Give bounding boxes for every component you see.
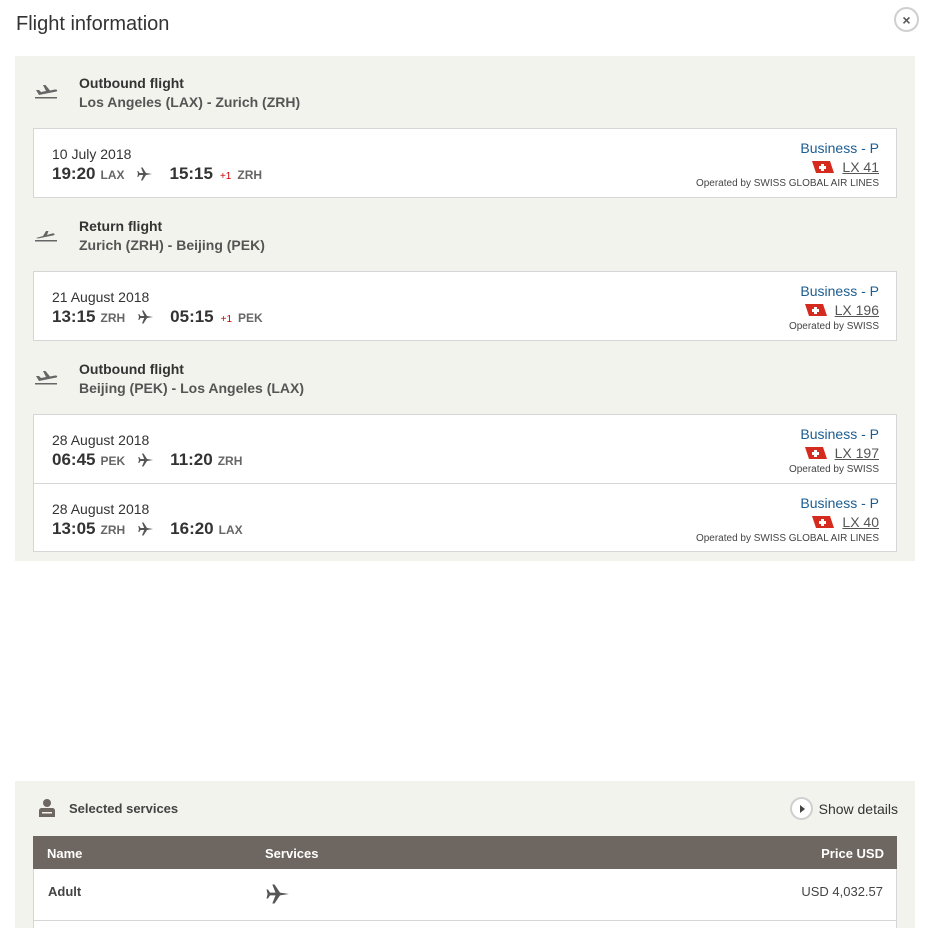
close-button[interactable]: × bbox=[894, 7, 919, 32]
departure-code: ZRH bbox=[100, 311, 126, 325]
flight-card: 10 July 2018 19:20 LAX 15:15 +1 ZRH Busi… bbox=[33, 128, 897, 198]
flight-group-route: Los Angeles (LAX) - Zurich (ZRH) bbox=[79, 94, 301, 110]
plane-takeoff-icon bbox=[35, 371, 58, 385]
plane-landing-icon bbox=[35, 231, 57, 242]
page-title: Flight information bbox=[16, 13, 170, 35]
services-table: Name Services Price USD Adult USD 4,032.… bbox=[33, 836, 897, 928]
flight-number-link[interactable]: LX 40 bbox=[842, 514, 879, 530]
flight-group-title: Return flight bbox=[79, 218, 163, 234]
close-icon: × bbox=[902, 11, 911, 28]
arrival-code: LAX bbox=[218, 523, 243, 537]
plane-icon bbox=[266, 884, 289, 904]
segment-date: 28 August 2018 bbox=[52, 432, 150, 448]
table-row bbox=[33, 921, 897, 928]
operated-by: Operated by SWISS bbox=[788, 321, 879, 332]
flight-group-route: Beijing (PEK) - Los Angeles (LAX) bbox=[79, 380, 305, 396]
arrival-code: ZRH bbox=[237, 168, 263, 182]
show-details-button[interactable]: Show details bbox=[789, 797, 898, 820]
flight-number-link[interactable]: LX 41 bbox=[842, 159, 879, 175]
operated-by: Operated by SWISS bbox=[788, 464, 879, 475]
flight-card: 28 August 2018 06:45 PEK 11:20 ZRH Busin… bbox=[33, 414, 897, 552]
plane-takeoff-icon bbox=[35, 85, 58, 99]
segment-date: 10 July 2018 bbox=[52, 146, 132, 162]
flight-number-link[interactable]: LX 196 bbox=[835, 302, 879, 318]
segment-date: 21 August 2018 bbox=[52, 289, 150, 305]
flight-segment[interactable]: 21 August 2018 13:15 ZRH 05:15 +1 PEK Bu… bbox=[34, 272, 896, 340]
arrival-time: 11:20 bbox=[170, 450, 213, 469]
plane-icon bbox=[138, 310, 154, 324]
departure-code: LAX bbox=[100, 168, 125, 182]
departure-time: 06:45 bbox=[52, 450, 96, 469]
booking-class: Business - P bbox=[800, 283, 879, 299]
swiss-tail-icon bbox=[804, 447, 827, 459]
booking-class: Business - P bbox=[800, 140, 879, 156]
day-offset: +1 bbox=[219, 171, 232, 182]
flight-segment[interactable]: 28 August 2018 13:05 ZRH 16:20 LAX Busin… bbox=[34, 483, 896, 551]
show-details-label: Show details bbox=[818, 800, 898, 817]
plane-icon bbox=[138, 522, 154, 536]
column-header-name: Name bbox=[47, 846, 83, 861]
column-header-services: Services bbox=[265, 846, 319, 861]
flight-segment[interactable]: 10 July 2018 19:20 LAX 15:15 +1 ZRH Busi… bbox=[34, 129, 896, 197]
arrival-time: 16:20 bbox=[170, 519, 214, 538]
column-header-price: Price USD bbox=[821, 846, 884, 861]
plane-icon bbox=[138, 453, 154, 467]
departure-time: 13:15 bbox=[52, 307, 96, 326]
play-arrow-icon bbox=[789, 797, 813, 820]
arrival-code: ZRH bbox=[217, 454, 243, 468]
flight-panel: Outbound flight Los Angeles (LAX) - Zuri… bbox=[15, 56, 915, 561]
departure-time: 13:05 bbox=[52, 519, 96, 538]
swiss-tail-icon bbox=[812, 516, 835, 528]
flight-number-link[interactable]: LX 197 bbox=[835, 445, 879, 461]
person-icon bbox=[39, 799, 55, 817]
flight-group-title: Outbound flight bbox=[79, 361, 184, 377]
swiss-tail-icon bbox=[812, 161, 835, 173]
flight-segment[interactable]: 28 August 2018 06:45 PEK 11:20 ZRH Busin… bbox=[34, 415, 896, 483]
arrival-time: 05:15 bbox=[170, 307, 214, 326]
selected-services-panel: Selected services Show details Name Serv… bbox=[15, 781, 915, 928]
flight-card: 21 August 2018 13:15 ZRH 05:15 +1 PEK Bu… bbox=[33, 271, 897, 341]
departure-code: PEK bbox=[100, 454, 126, 468]
departure-code: ZRH bbox=[100, 523, 126, 537]
day-offset: +1 bbox=[220, 314, 233, 325]
price-value: USD 4,032.57 bbox=[801, 884, 883, 899]
passenger-name: Adult bbox=[48, 884, 82, 899]
booking-class: Business - P bbox=[800, 426, 879, 442]
arrival-time: 15:15 bbox=[169, 164, 213, 183]
plane-icon bbox=[137, 167, 153, 181]
table-row[interactable]: Adult USD 4,032.57 bbox=[33, 869, 897, 921]
segment-date: 28 August 2018 bbox=[52, 501, 150, 517]
departure-time: 19:20 bbox=[52, 164, 96, 183]
booking-class: Business - P bbox=[800, 495, 879, 511]
selected-services-title: Selected services bbox=[69, 801, 179, 816]
operated-by: Operated by SWISS GLOBAL AIR LINES bbox=[695, 533, 879, 544]
swiss-tail-icon bbox=[804, 304, 827, 316]
flight-group-title: Outbound flight bbox=[79, 75, 184, 91]
arrival-code: PEK bbox=[238, 311, 263, 325]
operated-by: Operated by SWISS GLOBAL AIR LINES bbox=[695, 178, 879, 189]
flight-group-route: Zurich (ZRH) - Beijing (PEK) bbox=[79, 237, 265, 253]
table-header: Name Services Price USD bbox=[33, 836, 897, 869]
